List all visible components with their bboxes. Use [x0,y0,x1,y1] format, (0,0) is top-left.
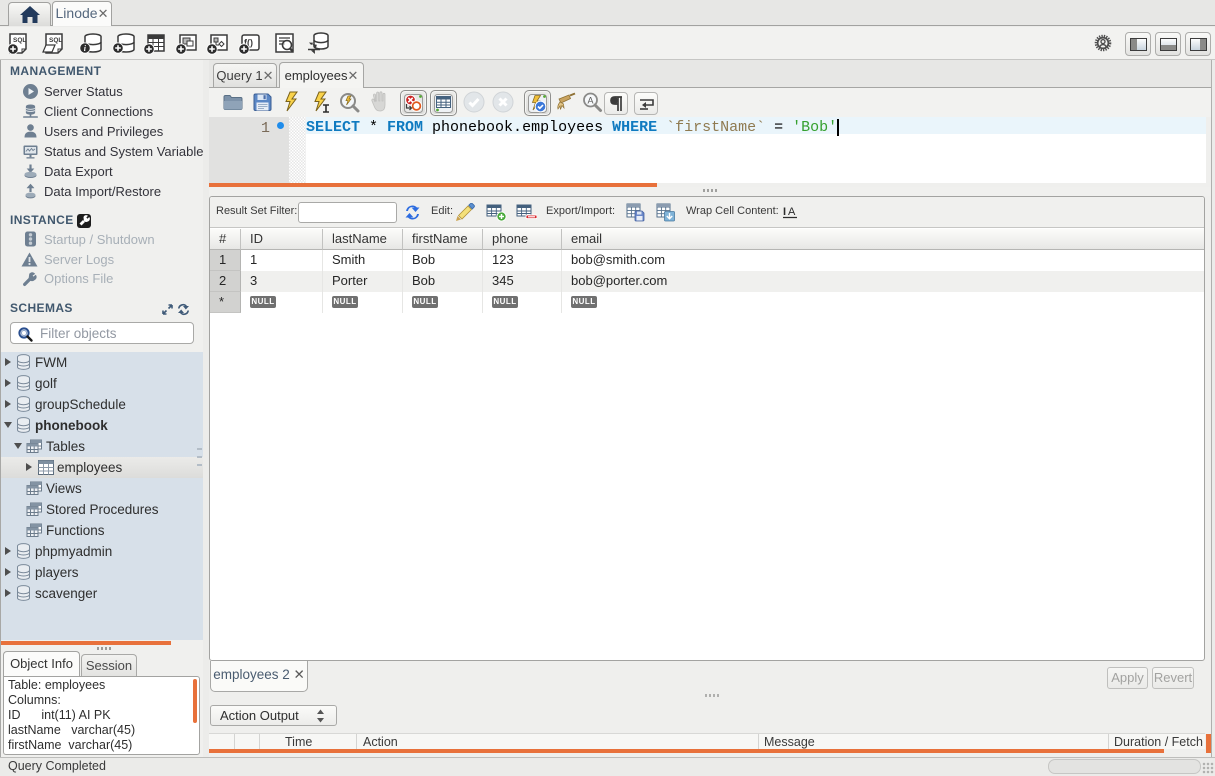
svg-text:A: A [788,206,796,218]
svg-text:SQL: SQL [49,37,62,44]
svg-text:I: I [783,206,786,218]
svg-text:A: A [588,96,594,106]
svg-text:SQL: SQL [13,37,26,44]
